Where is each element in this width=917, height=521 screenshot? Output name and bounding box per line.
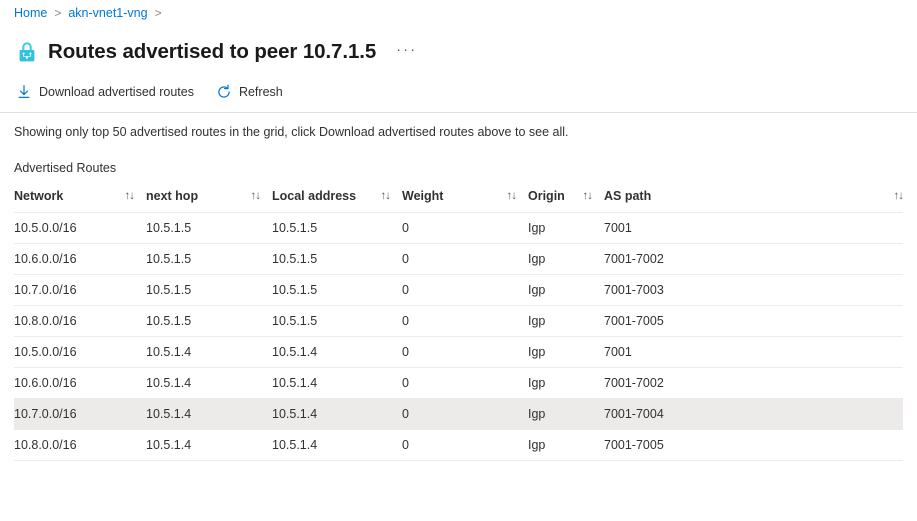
cell-origin: Igp [528, 336, 604, 368]
cell-network: 10.5.0.0/16 [14, 336, 146, 368]
command-bar: Download advertised routes Refresh [0, 72, 917, 112]
page-title: Routes advertised to peer 10.7.1.5 [48, 40, 377, 63]
cell-next-hop: 10.5.1.4 [146, 398, 272, 430]
cell-network: 10.8.0.0/16 [14, 429, 146, 461]
download-advertised-routes-label: Download advertised routes [39, 85, 194, 99]
cell-weight: 0 [402, 336, 528, 368]
cell-local-address: 10.5.1.4 [272, 367, 402, 399]
cell-origin: Igp [528, 243, 604, 275]
section-title: Advertised Routes [14, 161, 117, 175]
cell-origin: Igp [528, 367, 604, 399]
cell-local-address: 10.5.1.4 [272, 429, 402, 461]
cell-as-path: 7001 [604, 336, 903, 368]
breadcrumb-separator-icon-2: > [154, 6, 162, 20]
cell-as-path: 7001-7002 [604, 243, 903, 275]
cell-origin: Igp [528, 305, 604, 337]
column-header-as-path-label: AS path [604, 189, 652, 203]
vpn-gateway-padlock-icon [19, 42, 35, 62]
more-options-icon[interactable]: ··· [394, 41, 419, 63]
cell-next-hop: 10.5.1.4 [146, 336, 272, 368]
sort-icon-weight[interactable]: ↑↓ [507, 190, 517, 202]
cell-weight: 0 [402, 429, 528, 461]
cell-next-hop: 10.5.1.5 [146, 212, 272, 244]
cell-as-path: 7001-7002 [604, 367, 903, 399]
cell-local-address: 10.5.1.5 [272, 274, 402, 306]
sort-icon-next-hop[interactable]: ↑↓ [251, 190, 261, 202]
table-row[interactable]: 10.6.0.0/16 10.5.1.5 10.5.1.5 0 Igp 7001-7002 [14, 243, 903, 275]
cell-weight: 0 [402, 398, 528, 430]
column-header-weight[interactable]: Weight ↑↓ [402, 185, 528, 213]
cell-local-address: 10.5.1.4 [272, 398, 402, 430]
table-row[interactable]: 10.5.0.0/16 10.5.1.4 10.5.1.4 0 Igp 7001 [14, 336, 903, 368]
breadcrumb-item-home[interactable]: Home [14, 0, 47, 26]
cell-network: 10.5.0.0/16 [14, 212, 146, 244]
breadcrumb-separator-icon: > [54, 6, 62, 20]
cell-local-address: 10.5.1.5 [272, 212, 402, 244]
cell-weight: 0 [402, 305, 528, 337]
cell-origin: Igp [528, 429, 604, 461]
table-row[interactable]: 10.8.0.0/16 10.5.1.5 10.5.1.5 0 Igp 7001-7005 [14, 305, 903, 337]
cell-weight: 0 [402, 274, 528, 306]
sort-icon-origin[interactable]: ↑↓ [583, 190, 593, 202]
cell-as-path: 7001-7004 [604, 398, 903, 430]
column-header-as-path[interactable]: AS path ↑↓ [604, 185, 904, 213]
cell-weight: 0 [402, 243, 528, 275]
table-row[interactable]: 10.8.0.0/16 10.5.1.4 10.5.1.4 0 Igp 7001-7005 [14, 429, 903, 461]
cell-network: 10.6.0.0/16 [14, 367, 146, 399]
cell-as-path: 7001-7003 [604, 274, 903, 306]
table-row[interactable]: 10.7.0.0/16 10.5.1.4 10.5.1.4 0 Igp 7001-7004 [14, 398, 903, 430]
table-header-row: Network ↑↓ next hop ↑↓ Local address ↑↓ [14, 185, 904, 213]
refresh-button[interactable]: Refresh [214, 82, 285, 102]
column-header-origin[interactable]: Origin ↑↓ [528, 185, 604, 213]
page-header: Routes advertised to peer 10.7.1.5 ··· [0, 26, 917, 72]
table-row[interactable]: 10.6.0.0/16 10.5.1.4 10.5.1.4 0 Igp 7001-7002 [14, 367, 903, 399]
cell-origin: Igp [528, 398, 604, 430]
column-header-local-address[interactable]: Local address ↑↓ [272, 185, 402, 213]
table-body: 10.5.0.0/16 10.5.1.5 10.5.1.5 0 Igp 7001 10.6.… [14, 212, 903, 461]
breadcrumb: Home > akn-vnet1-vng > [0, 0, 917, 26]
column-header-next-hop[interactable]: next hop ↑↓ [146, 185, 272, 213]
column-header-network[interactable]: Network ↑↓ [14, 185, 146, 213]
cell-as-path: 7001-7005 [604, 429, 903, 461]
cell-as-path: 7001 [604, 212, 903, 244]
cell-network: 10.7.0.0/16 [14, 398, 146, 430]
advertised-routes-table: Network ↑↓ next hop ↑↓ Local address ↑↓ [14, 185, 904, 461]
cell-origin: Igp [528, 274, 604, 306]
download-icon [16, 84, 32, 100]
download-advertised-routes-button[interactable]: Download advertised routes [14, 82, 196, 102]
cell-next-hop: 10.5.1.4 [146, 429, 272, 461]
cell-network: 10.8.0.0/16 [14, 305, 146, 337]
column-header-weight-label: Weight [402, 189, 444, 203]
notice-text: Showing only top 50 advertised routes in… [14, 125, 569, 139]
cell-next-hop: 10.5.1.5 [146, 305, 272, 337]
table-row[interactable]: 10.7.0.0/16 10.5.1.5 10.5.1.5 0 Igp 7001-7003 [14, 274, 903, 306]
cell-local-address: 10.5.1.5 [272, 243, 402, 275]
column-header-network-label: Network [14, 189, 64, 203]
refresh-label: Refresh [238, 85, 283, 99]
cell-weight: 0 [402, 212, 528, 244]
advertised-routes-table-container: Network ↑↓ next hop ↑↓ Local address ↑↓ [0, 175, 917, 461]
cell-next-hop: 10.5.1.5 [146, 274, 272, 306]
cell-network: 10.6.0.0/16 [14, 243, 146, 275]
table-row[interactable]: 10.5.0.0/16 10.5.1.5 10.5.1.5 0 Igp 7001 [14, 212, 903, 244]
cell-local-address: 10.5.1.4 [272, 336, 402, 368]
column-header-origin-label: Origin [528, 189, 565, 203]
table-header: Network ↑↓ next hop ↑↓ Local address ↑↓ [14, 185, 904, 213]
breadcrumb-item-akn-vnet1-vng[interactable]: akn-vnet1-vng [68, 0, 147, 26]
cell-network: 10.7.0.0/16 [14, 274, 146, 306]
cell-as-path: 7001-7005 [604, 305, 903, 337]
sort-icon-local-address[interactable]: ↑↓ [381, 190, 391, 202]
refresh-icon [216, 84, 232, 100]
column-header-next-hop-label: next hop [146, 189, 199, 203]
cell-local-address: 10.5.1.5 [272, 305, 402, 337]
cell-next-hop: 10.5.1.4 [146, 367, 272, 399]
sort-icon-network[interactable]: ↑↓ [125, 190, 135, 202]
column-header-local-address-label: Local address [272, 189, 357, 203]
cell-weight: 0 [402, 367, 528, 399]
cell-origin: Igp [528, 212, 604, 244]
cell-next-hop: 10.5.1.5 [146, 243, 272, 275]
sort-icon-as-path[interactable]: ↑↓ [894, 190, 904, 202]
